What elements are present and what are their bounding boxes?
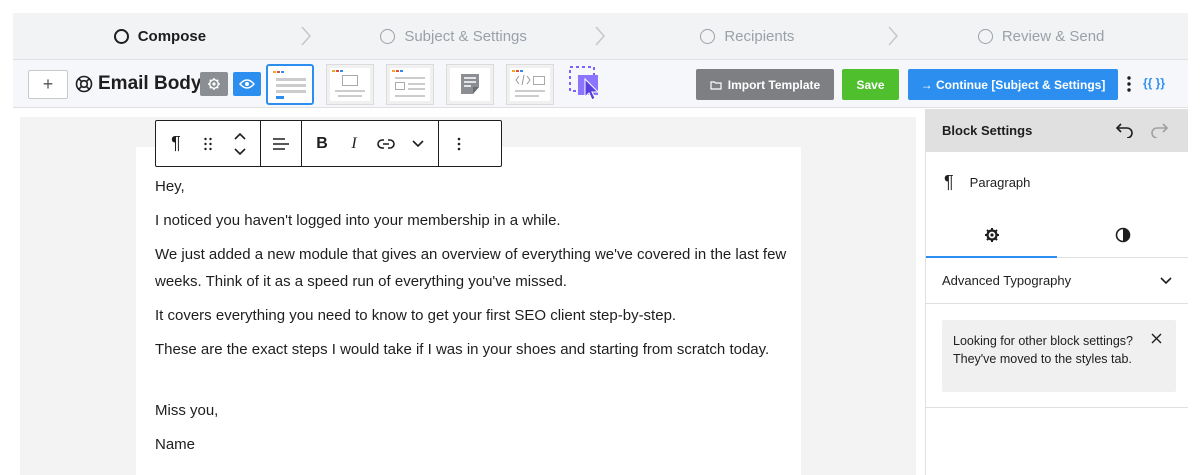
block-toolbar: ¶ B I (155, 120, 502, 167)
save-button[interactable]: Save (842, 69, 899, 100)
tab-settings[interactable] (926, 212, 1057, 258)
template-thumbnail-4[interactable] (446, 64, 494, 105)
sidebar-title: Block Settings (942, 123, 1033, 138)
align-group (261, 121, 302, 166)
template-thumbnail-1[interactable] (266, 64, 314, 105)
link-button[interactable] (370, 121, 402, 166)
section-title: Advanced Typography (942, 273, 1072, 288)
block-name: Paragraph (969, 174, 1031, 190)
step-subject-settings[interactable]: Subject & Settings (307, 13, 605, 59)
template-preview (510, 68, 550, 101)
undo-icon[interactable] (1116, 122, 1134, 138)
move-up-down-button[interactable] (224, 121, 256, 166)
step-label: Compose (137, 27, 207, 45)
selected-block-info: ¶ Paragraph (926, 152, 1188, 212)
continue-button[interactable]: → Continue [Subject & Settings] (908, 69, 1118, 100)
align-button[interactable] (265, 121, 297, 166)
email-paper: Hey, I noticed you haven't logged into y… (136, 147, 801, 475)
chevron-down-icon (412, 139, 424, 147)
options-group (439, 121, 479, 166)
block-type-group: ¶ (156, 121, 261, 166)
wizard-steps: Compose Subject & Settings Recipients Re… (13, 13, 1188, 59)
advanced-typography-toggle[interactable]: Advanced Typography (926, 258, 1188, 304)
template-preview (450, 68, 490, 101)
sidebar-divider (926, 407, 1188, 408)
folder-icon (710, 80, 722, 90)
paragraph-greeting[interactable]: Hey, (155, 173, 795, 200)
code-icon (515, 74, 531, 86)
template-preview (330, 68, 370, 101)
template-thumbnail-5[interactable] (506, 64, 554, 105)
gear-icon (208, 78, 220, 90)
step-label: Subject & Settings (404, 27, 527, 45)
step-circle-icon (113, 28, 129, 44)
tab-styles[interactable] (1057, 212, 1188, 257)
paragraph-covers[interactable]: It covers everything you need to know to… (155, 302, 795, 329)
import-template-label: Import Template (727, 77, 821, 92)
step-recipients[interactable]: Recipients (601, 13, 899, 59)
format-group: B I (302, 121, 439, 166)
lifebuoy-icon[interactable] (75, 75, 93, 93)
email-editor: Compose Subject & Settings Recipients Re… (0, 0, 1200, 475)
settings-button[interactable] (200, 72, 228, 96)
visual-builder-icon[interactable] (568, 65, 606, 103)
chevron-up-down-icon (234, 132, 246, 155)
paragraph-icon: ¶ (944, 171, 954, 192)
paragraph-intro[interactable]: I noticed you haven't logged into your m… (155, 207, 795, 234)
italic-button[interactable]: I (338, 121, 370, 166)
template-thumbnail-3[interactable] (386, 64, 434, 105)
paragraph-module[interactable]: We just added a new module that gives an… (155, 241, 795, 295)
step-review-send[interactable]: Review & Send (894, 13, 1188, 59)
template-preview (390, 68, 430, 101)
page-title: Email Body (98, 73, 202, 94)
add-block-button[interactable]: + (28, 70, 68, 99)
step-circle-icon (700, 28, 716, 44)
preview-button[interactable] (233, 72, 261, 96)
import-template-button[interactable]: Import Template (696, 69, 834, 100)
more-formats-button[interactable] (402, 121, 434, 166)
step-circle-icon (380, 28, 396, 44)
merge-tags-button[interactable]: {{ }} (1143, 76, 1165, 90)
more-vertical-icon (457, 137, 461, 150)
block-settings-sidebar: Block Settings ¶ Paragraph Advanced Typo… (925, 109, 1188, 475)
paragraph-name[interactable]: Name (155, 431, 795, 458)
step-label: Recipients (724, 27, 795, 45)
chevron-down-icon (1160, 276, 1172, 284)
template-thumbnail-2[interactable] (326, 64, 374, 105)
more-options-icon[interactable] (1126, 75, 1132, 93)
block-options-button[interactable] (443, 121, 475, 166)
settings-moved-notice: Looking for other block settings? They'v… (942, 320, 1176, 392)
redo-icon[interactable] (1150, 122, 1168, 138)
paragraph-signoff[interactable]: Miss you, (155, 397, 795, 424)
note-icon (461, 74, 479, 94)
gear-icon (984, 227, 999, 242)
paragraph-steps[interactable]: These are the exact steps I would take i… (155, 336, 795, 363)
step-label: Review & Send (1001, 27, 1105, 45)
close-icon[interactable] (1151, 333, 1162, 344)
eye-icon (239, 79, 255, 89)
editor-toolbar: + Email Body Import Template Save → Cont… (13, 59, 1188, 108)
bold-button[interactable]: B (306, 121, 338, 166)
sidebar-header: Block Settings (926, 109, 1188, 152)
drag-handle-icon (204, 137, 212, 150)
link-icon (377, 138, 395, 149)
step-compose[interactable]: Compose (13, 13, 311, 59)
align-left-icon (273, 137, 289, 150)
drag-handle[interactable] (192, 121, 224, 166)
step-circle-icon (977, 28, 993, 44)
editor-canvas: Hey, I noticed you haven't logged into y… (20, 117, 916, 475)
paragraph-block-button[interactable]: ¶ (160, 121, 192, 166)
contrast-icon (1115, 227, 1130, 242)
template-preview (271, 69, 309, 100)
notice-text: Looking for other block settings? They'v… (953, 334, 1133, 366)
sidebar-tabs (926, 212, 1188, 258)
